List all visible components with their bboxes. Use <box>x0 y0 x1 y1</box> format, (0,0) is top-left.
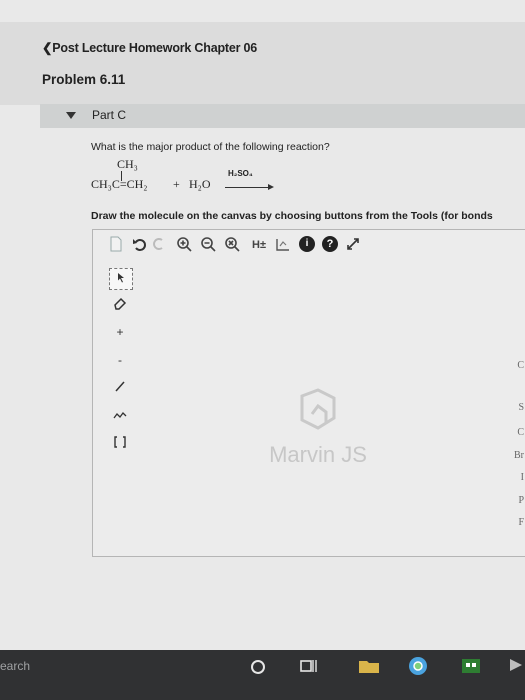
assignment-header <box>0 22 525 105</box>
info-button[interactable]: i <box>299 236 315 252</box>
file-explorer-icon[interactable] <box>358 655 380 679</box>
instruction-text: Draw the molecule on the canvas by choos… <box>91 210 493 222</box>
taskbar-search[interactable]: earch <box>0 655 40 677</box>
selection-tool-icon[interactable] <box>109 268 133 290</box>
zoom-out-icon[interactable] <box>200 236 216 254</box>
help-button[interactable]: ? <box>322 236 338 252</box>
element-br[interactable]: Br <box>514 450 524 461</box>
minus-charge-button[interactable]: - <box>109 350 131 370</box>
element-s[interactable]: S <box>518 402 524 413</box>
zoom-reset-icon[interactable] <box>224 236 240 254</box>
back-to-chapter-link[interactable]: ❮Post Lecture Homework Chapter 06 <box>42 40 257 55</box>
question-text: What is the major product of the followi… <box>91 141 330 153</box>
cortana-circle-icon[interactable] <box>248 655 268 679</box>
redo-icon[interactable] <box>153 236 167 254</box>
part-c-toggle[interactable]: Part C <box>40 104 525 128</box>
chrome-icon[interactable] <box>407 655 429 679</box>
zoom-in-icon[interactable] <box>176 236 192 254</box>
element-c-2[interactable]: C <box>517 427 524 438</box>
part-label: Part C <box>92 108 127 122</box>
eraser-tool-icon[interactable] <box>109 296 131 316</box>
plus-sign: + <box>173 177 180 191</box>
store-icon[interactable] <box>460 655 482 679</box>
chain-tool-icon[interactable] <box>109 406 131 426</box>
methyl-group-label: CH₃ <box>117 157 138 171</box>
water-formula: H₂O <box>189 177 211 191</box>
editor-toolbar: H± i ? <box>93 230 525 260</box>
element-i[interactable]: I <box>521 472 524 483</box>
new-document-icon[interactable] <box>109 236 123 254</box>
reaction-arrow <box>225 187 270 188</box>
plus-charge-button[interactable]: + <box>109 322 131 342</box>
reaction-arrow-head-icon <box>268 184 274 190</box>
2d-clean-icon[interactable] <box>275 236 291 254</box>
single-bond-tool-icon[interactable] <box>109 378 131 398</box>
marvin-js-label: Marvin JS <box>269 442 367 467</box>
fullscreen-icon[interactable] <box>345 236 361 254</box>
undo-icon[interactable] <box>131 236 147 254</box>
problem-title: Problem 6.11 <box>42 72 126 87</box>
marvin-logo-icon <box>300 388 336 430</box>
editor-left-toolbar: + - <box>109 268 133 458</box>
element-f[interactable]: F <box>518 517 524 528</box>
element-c[interactable]: C <box>517 360 524 371</box>
element-palette: C S C Br I P F <box>512 270 525 530</box>
marvin-watermark: Marvin JS <box>263 388 373 468</box>
bracket-tool-icon[interactable] <box>109 434 131 454</box>
marvin-sketch-canvas[interactable]: H± i ? + - C S C Br I P F Marvin JS <box>92 229 525 557</box>
hydrogen-toggle-button[interactable]: H± <box>248 236 270 254</box>
task-view-icon[interactable] <box>298 655 318 679</box>
app-icon[interactable] <box>508 655 525 679</box>
element-p[interactable]: P <box>518 495 524 506</box>
catalyst-label: H₂SO₄ <box>228 169 253 178</box>
collapse-triangle-icon <box>66 112 76 119</box>
reactant-formula: CH₃C=CH₂ <box>91 177 148 191</box>
browser-viewport: ❮Post Lecture Homework Chapter 06 Proble… <box>0 0 525 650</box>
